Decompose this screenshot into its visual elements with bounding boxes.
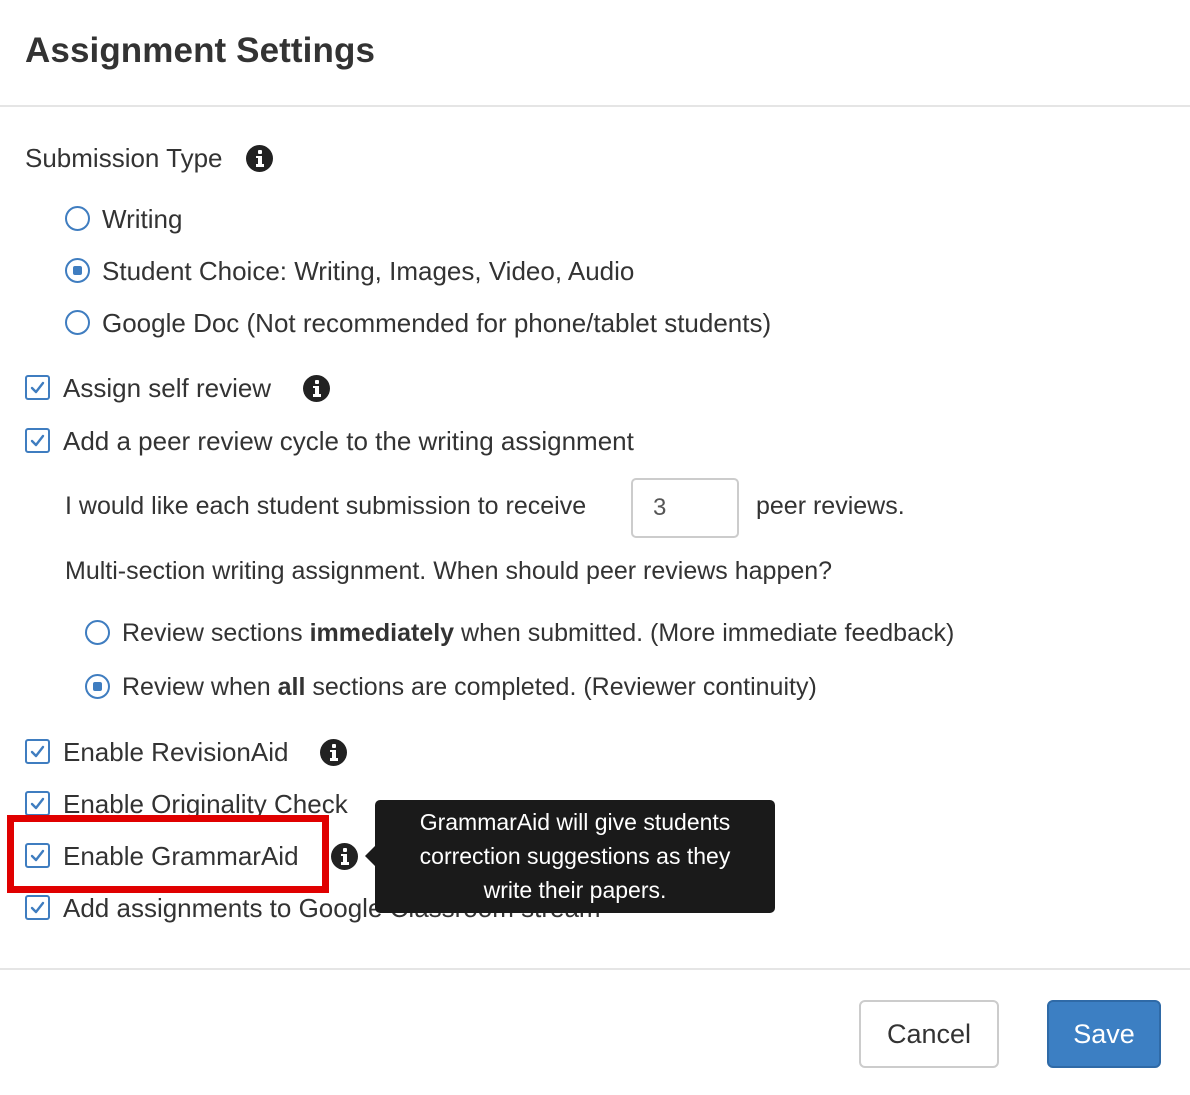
timing-text-pre: Review when (122, 673, 278, 701)
radio-review-immediately[interactable] (85, 620, 110, 645)
peer-count-prefix: I would like each student submission to … (65, 492, 587, 520)
submission-type-text: Submission Type (25, 143, 223, 173)
tooltip-line: GrammarAid will give students (419, 809, 731, 835)
checkmark-icon (30, 381, 45, 394)
timing-text-post: sections are completed. (Reviewer contin… (305, 673, 817, 701)
peer-count-suffix: peer reviews. (756, 492, 905, 520)
peer-review-checkbox[interactable] (25, 428, 50, 453)
radio-google-doc-label[interactable]: Google Doc (Not recommended for phone/ta… (102, 307, 771, 339)
timing-text-bold: all (277, 673, 306, 701)
info-icon[interactable] (303, 375, 330, 402)
google-classroom-checkbox[interactable] (25, 895, 50, 920)
submission-type-label: Submission Type (25, 142, 223, 174)
tooltip-line: write their papers. (483, 877, 667, 903)
checkmark-icon (30, 434, 45, 447)
originality-check-checkbox[interactable] (25, 791, 50, 816)
timing-text-post: when submitted. (More immediate feedback… (454, 619, 955, 647)
tooltip-arrow (365, 846, 375, 866)
radio-review-immediately-label[interactable]: Review sections immediately when submitt… (122, 617, 954, 649)
checkmark-icon (30, 745, 45, 758)
peer-count-input[interactable]: 3 (631, 478, 739, 538)
radio-writing-label[interactable]: Writing (102, 203, 182, 235)
info-icon[interactable] (331, 843, 358, 870)
checkmark-icon (30, 901, 45, 914)
timing-text-bold: immediately (309, 619, 455, 647)
save-button[interactable]: Save (1047, 1000, 1161, 1068)
footer-divider (0, 968, 1190, 970)
grammar-aid-tooltip: GrammarAid will give students correction… (375, 800, 775, 913)
revision-aid-checkbox[interactable] (25, 739, 50, 764)
checkmark-icon (30, 797, 45, 810)
multi-section-question: Multi-section writing assignment. When s… (65, 557, 833, 585)
highlight-annotation (7, 815, 329, 893)
radio-google-doc[interactable] (65, 310, 90, 335)
radio-review-all-label[interactable]: Review when all sections are completed. … (122, 671, 817, 703)
timing-text-pre: Review sections (122, 619, 310, 647)
radio-writing[interactable] (65, 206, 90, 231)
cancel-button[interactable]: Cancel (859, 1000, 999, 1068)
dialog-header: Assignment Settings (0, 0, 1190, 107)
info-icon[interactable] (246, 145, 273, 172)
info-icon[interactable] (320, 739, 347, 766)
self-review-label[interactable]: Assign self review (63, 372, 271, 404)
tooltip-line: correction suggestions as they (419, 843, 731, 869)
self-review-checkbox[interactable] (25, 375, 50, 400)
revision-aid-label[interactable]: Enable RevisionAid (63, 736, 288, 768)
radio-student-choice[interactable] (65, 258, 90, 283)
peer-review-label[interactable]: Add a peer review cycle to the writing a… (63, 425, 634, 457)
dialog-title: Assignment Settings (25, 31, 376, 70)
radio-review-all[interactable] (85, 674, 110, 699)
radio-student-choice-label[interactable]: Student Choice: Writing, Images, Video, … (102, 255, 634, 287)
